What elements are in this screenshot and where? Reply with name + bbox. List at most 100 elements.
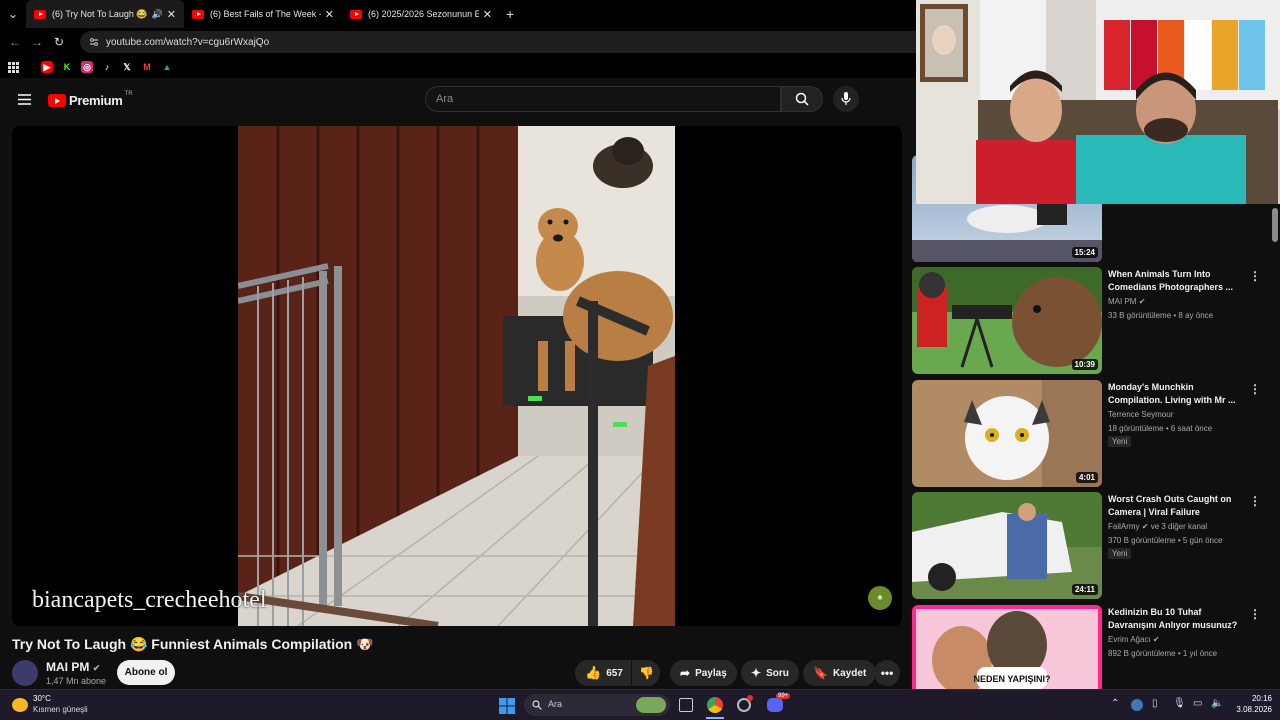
tab-title: (6) Try Not To Laugh 😂 Fu [52,8,150,19]
video-thumbnail[interactable]: NEDEN YAPIŞINI? [912,605,1102,689]
close-tab-icon[interactable]: ✕ [483,8,492,21]
bookmark-icon: 🔖 [813,666,828,680]
discord-icon[interactable] [767,698,783,712]
like-count: 657 [606,667,623,679]
recommendation-meta: 370 B görüntüleme • 5 gün önce [1108,536,1223,545]
channel-avatar[interactable] [12,660,38,686]
dislike-button[interactable]: 👎 [632,660,660,686]
subscribe-button[interactable]: Abone ol [117,660,175,685]
site-info-icon[interactable] [88,36,100,48]
save-label: Kaydet [832,667,867,679]
tiktok-bookmark-icon[interactable]: ♪ [101,61,113,73]
close-tab-icon[interactable]: ✕ [325,8,334,21]
instagram-bookmark-icon[interactable]: ◎ [81,61,93,73]
menu-icon[interactable] [18,94,31,105]
verified-icon: ✔ [1152,635,1160,644]
thumbnail-image [912,267,1102,368]
audio-icon[interactable]: 🔊 [152,9,163,20]
x-bookmark-icon[interactable]: 𝕏 [121,61,133,73]
channel-watermark-icon[interactable]: ◉ [868,586,892,610]
webcam-image [916,0,1280,204]
tray-app-icon[interactable] [1131,699,1143,711]
forward-icon[interactable]: → [26,35,48,49]
youtube-icon [192,9,204,19]
save-button[interactable]: 🔖 Kaydet [803,660,877,686]
thumbnail-image [964,380,1102,487]
browser-tab-bar: ⌄ (6) Try Not To Laugh 😂 Fu 🔊 ✕ (6) Best… [0,0,916,28]
weather-description[interactable]: Kısmen güneşli [33,705,88,714]
video-thumbnail[interactable]: 24:11 [912,492,1102,599]
windows-start-icon[interactable] [499,698,515,714]
search-input[interactable]: Ara [425,86,781,112]
recommendation-title[interactable]: Worst Crash Outs Caught on Camera | Vira… [1108,493,1240,519]
video-thumbnail[interactable]: 10:39 [912,267,1102,374]
more-horizontal-icon: ••• [880,666,894,680]
more-vertical-icon[interactable]: ⋮ [1249,382,1261,396]
chrome-icon[interactable] [707,697,723,713]
clock-date[interactable]: 3.08.2026 [1222,705,1272,714]
recommendation-channel[interactable]: Terrence Seymour [1108,410,1173,419]
search-button[interactable] [781,86,823,112]
taskbar-search[interactable]: Ara [524,694,670,716]
recommendation-item[interactable]: 4:01 Monday's Munchkin Compilation. Livi… [912,380,1280,488]
tab-2[interactable]: (6) Best Fails of The Week - Fun ✕ [184,0,342,28]
weather-temperature[interactable]: 30°C [33,694,51,703]
channel-name[interactable]: MAI PM ✔ [46,660,100,674]
back-icon[interactable]: ← [4,35,26,49]
more-vertical-icon[interactable]: ⋮ [1249,607,1261,621]
display-icon[interactable]: ▭ [1193,698,1202,709]
youtube-icon [350,9,362,19]
youtube-header: Premium TR Ara [0,80,910,120]
share-button[interactable]: ➦ Paylaş [670,660,737,686]
weather-icon[interactable] [12,698,28,712]
youtube-premium-logo[interactable]: Premium TR [48,90,133,108]
active-app-indicator [706,717,724,719]
windows-taskbar: 30°C Kısmen güneşli Ara 99+ ⌃ ▯ 🎙 ▭ 🔈 20… [0,689,1280,720]
logo-text: Premium [69,93,123,108]
thumbnail-image [912,503,1102,599]
video-player[interactable]: biancapets_crecheehotel ◉ [12,126,902,626]
recommendation-item[interactable]: 10:39 When Animals Turn Into Comedians P… [912,267,1280,375]
youtube-bookmark-icon[interactable]: ▶ [41,61,53,73]
voice-search-button[interactable] [833,86,859,112]
recommendation-meta: 18 görüntüleme • 6 saat önce [1108,424,1213,433]
recommendation-title[interactable]: When Animals Turn Into Comedians Photogr… [1108,268,1240,294]
recommendation-meta: 33 B görüntüleme • 8 ay önce [1108,311,1214,320]
tab-title: (6) 2025/2026 Sezonunun En Ya [368,9,479,19]
recommendation-title[interactable]: Kedinizin Bu 10 Tuhaf Davranışını Anlıyo… [1108,606,1240,632]
task-view-icon[interactable] [679,698,693,712]
new-tab-button[interactable]: + [506,6,514,22]
gmail-bookmark-icon[interactable]: M [141,61,153,73]
microphone-tray-icon[interactable]: 🎙 [1173,698,1186,709]
close-tab-icon[interactable]: ✕ [167,8,176,21]
tab-list-chevron-icon[interactable]: ⌄ [0,7,26,21]
drive-bookmark-icon[interactable]: ▲ [161,61,173,73]
url-field[interactable]: youtube.com/watch?v=cgu6rWxajQo [80,31,916,53]
recommendation-channel[interactable]: Evrim Ağacı ✔ [1108,635,1160,644]
tab-3[interactable]: (6) 2025/2026 Sezonunun En Ya ✕ [342,0,500,28]
video-thumbnail[interactable]: 4:01 [912,380,1102,487]
verified-icon: ✔ [92,663,101,673]
apps-grid-icon[interactable] [8,61,19,73]
channel-text: Evrim Ağacı [1108,635,1151,644]
battery-icon[interactable]: ▯ [1152,698,1158,709]
region-code: TR [124,90,133,97]
more-vertical-icon[interactable]: ⋮ [1249,269,1261,283]
sidebar-scrollbar[interactable] [1272,208,1278,242]
like-button[interactable]: 👍 657 [575,660,631,686]
tray-chevron-icon[interactable]: ⌃ [1111,698,1119,709]
more-vertical-icon[interactable]: ⋮ [1249,494,1261,508]
more-actions-button[interactable]: ••• [874,660,900,686]
reload-icon[interactable]: ↻ [48,35,70,49]
tab-1[interactable]: (6) Try Not To Laugh 😂 Fu 🔊 ✕ [26,0,184,28]
recommendation-item[interactable]: 24:11 Worst Crash Outs Caught on Camera … [912,492,1280,600]
recommendation-channel[interactable]: MAI PM ✔ [1108,297,1145,306]
recommendation-title[interactable]: Monday's Munchkin Compilation. Living wi… [1108,381,1240,407]
kick-bookmark-icon[interactable]: K [61,61,73,73]
video-content-image [238,126,675,626]
clock-time[interactable]: 20:16 [1232,694,1272,703]
ask-button[interactable]: ✦ Soru [741,660,799,686]
recommendation-channel[interactable]: FailArmy ✔ ve 3 diğer kanal [1108,522,1207,531]
youtube-logo-icon [48,94,66,107]
new-badge: Yeni [1108,436,1132,447]
